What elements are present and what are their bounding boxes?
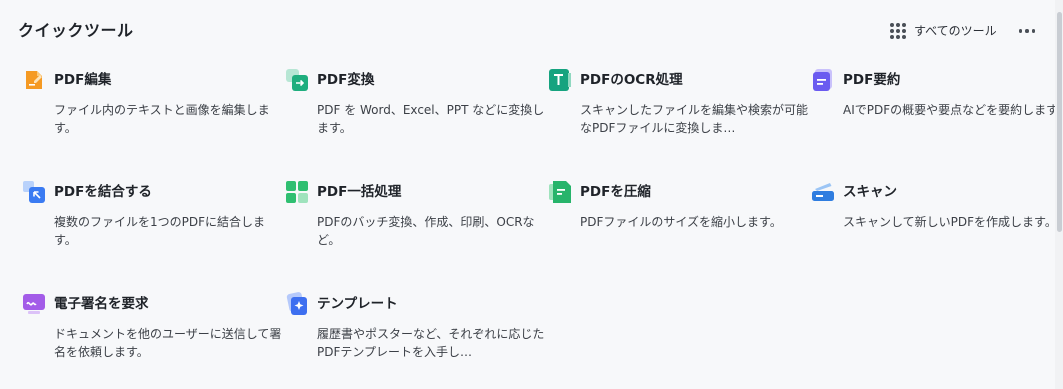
more-dots-icon — [1018, 29, 1023, 33]
compress-icon — [548, 180, 572, 204]
tool-description: スキャンして新しいPDFを作成します。 — [843, 215, 1057, 229]
tool-description: AIでPDFの概要や要点などを要約します。 — [843, 103, 1063, 117]
batch-icon — [285, 180, 309, 204]
pdf-edit-icon — [22, 68, 46, 92]
tool-pdf-merge[interactable]: PDFを結合する 複数のファイルを1つのPDFに結合します。 — [19, 180, 265, 260]
all-tools-label: すべてのツール — [914, 24, 997, 38]
tool-description: スキャンしたファイルを編集や検索が可能なPDFファイルに変換しま… — [580, 103, 809, 135]
tool-esign-request[interactable]: 電子署名を要求 ドキュメントを他のユーザーに送信して署名を依頼します。 — [19, 292, 281, 372]
esign-icon — [22, 292, 46, 316]
tool-pdf-summary[interactable]: PDF要約 AIでPDFの概要や要点などを要約します。 — [808, 68, 1063, 148]
tool-name: スキャン — [843, 184, 897, 200]
template-icon — [285, 292, 309, 316]
tool-description: 履歴書やポスターなど、それぞれに応じたPDFテンプレートを入手し… — [317, 327, 545, 359]
tool-template[interactable]: テンプレート 履歴書やポスターなど、それぞれに応じたPDFテンプレートを入手し… — [282, 292, 544, 372]
tool-scan[interactable]: スキャン スキャンして新しいPDFを作成します。 — [808, 180, 1057, 260]
quick-tools-panel: クイックツール すべてのツール PDF編集 ファイル内のテキストと画像を編集しま… — [0, 0, 1063, 389]
tool-description: PDFのバッチ変換、作成、印刷、OCRなど。 — [317, 215, 535, 247]
grid-icon — [890, 23, 906, 39]
ocr-icon — [548, 68, 572, 92]
tool-description: ファイル内のテキストと画像を編集します。 — [54, 103, 270, 135]
panel-header: クイックツール すべてのツール — [18, 20, 1055, 44]
merge-icon — [22, 180, 46, 204]
tool-name: PDFを結合する — [54, 184, 152, 200]
tool-pdf-compress[interactable]: PDFを圧縮 PDFファイルのサイズを縮小します。 — [545, 180, 785, 260]
more-options-button[interactable] — [1017, 20, 1037, 42]
tool-name: テンプレート — [317, 296, 398, 312]
summary-icon — [811, 68, 835, 92]
tool-pdf-ocr[interactable]: PDFのOCR処理 スキャンしたファイルを編集や検索が可能なPDFファイルに変換… — [545, 68, 808, 148]
pdf-convert-icon — [285, 68, 309, 92]
all-tools-button[interactable]: すべてのツール — [890, 20, 997, 42]
tool-pdf-edit[interactable]: PDF編集 ファイル内のテキストと画像を編集します。 — [19, 68, 270, 148]
tool-description: ドキュメントを他のユーザーに送信して署名を依頼します。 — [54, 327, 282, 359]
tool-name: PDFを圧縮 — [580, 184, 651, 200]
tool-name: PDF一括処理 — [317, 184, 402, 200]
tool-pdf-batch[interactable]: PDF一括処理 PDFのバッチ変換、作成、印刷、OCRなど。 — [282, 180, 535, 260]
tool-name: PDF変換 — [317, 72, 375, 88]
tool-pdf-convert[interactable]: PDF変換 PDF を Word、Excel、PPT などに変換します。 — [282, 68, 544, 148]
tool-name: PDF要約 — [843, 72, 901, 88]
tool-description: PDFファイルのサイズを縮小します。 — [580, 215, 782, 229]
tool-description: PDF を Word、Excel、PPT などに変換します。 — [317, 103, 545, 135]
tool-name: PDFのOCR処理 — [580, 72, 683, 88]
scrollbar-thumb[interactable] — [1057, 12, 1062, 232]
tool-name: 電子署名を要求 — [54, 296, 149, 312]
tool-name: PDF編集 — [54, 72, 112, 88]
tool-description: 複数のファイルを1つのPDFに結合します。 — [54, 215, 266, 247]
scan-icon — [811, 180, 835, 204]
panel-title: クイックツール — [18, 21, 134, 40]
